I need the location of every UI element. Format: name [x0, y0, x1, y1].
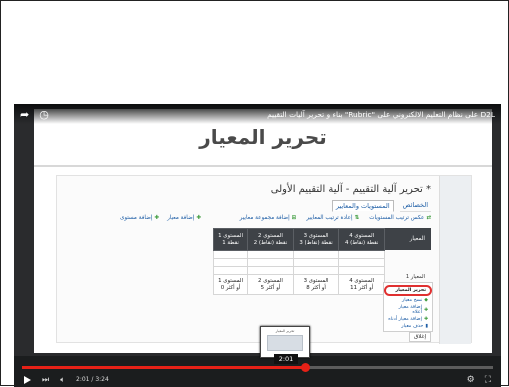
tab-levels-criteria: المستويات والمعايير	[331, 200, 394, 212]
table-row: المستوى 10 أو أكثر المستوى 25 أو أكثر ال…	[212, 274, 385, 295]
reorder-icon: ⇅	[354, 215, 360, 221]
plus-icon: ✚	[196, 215, 201, 221]
plus-icon: ✚	[154, 215, 160, 221]
plus-icon: ✚	[423, 317, 428, 322]
table-row	[212, 250, 385, 259]
d2l-screenshot: تحرير آلية التقييم - آلية التقييم الأولى…	[56, 175, 472, 344]
level-header: المستوى 11 نقطة	[212, 228, 249, 251]
rubric-grid: المستوى 11 نقطة المستوى 22 نقطة (نقاط) ا…	[212, 228, 385, 295]
toolbar-add-criteria-group: إضافة مجموعة معايير ⊞	[239, 215, 297, 221]
table-row	[212, 258, 385, 267]
d2l-toolbar: إضافة مجموعة معايير ⊞ إعادة ترتيب المعايي…	[120, 215, 431, 221]
reverse-icon: ⇄	[426, 215, 431, 221]
overall-level-cell: المستوى 38 أو أكثر	[292, 274, 340, 295]
page-frame: تحرير المعيار تحرير آلية التقييم - آلية …	[0, 0, 509, 387]
toolbar-reverse-levels: عكس ترتيب المستويات ⇄	[369, 215, 431, 221]
copy-icon: ◆	[424, 298, 428, 303]
overall-level-cell: المستوى 10 أو أكثر	[212, 274, 249, 295]
level-header: المستوى 44 نقطة (نقاط)	[338, 228, 385, 251]
fullscreen-icon[interactable]: ⛶	[485, 375, 491, 385]
menu-delete-criterion: حذف معيار ▮	[401, 324, 428, 329]
slide-divider	[34, 165, 492, 167]
table-row	[212, 266, 385, 275]
time-display: 2:01 / 3:24	[76, 376, 109, 383]
thumb-content	[267, 335, 303, 351]
add-level-link: إضافة مستوى ✚	[119, 215, 160, 221]
criteria-header: المعيار	[385, 228, 431, 250]
video-player[interactable]: تحرير المعيار تحرير آلية التقييم - آلية …	[14, 104, 501, 387]
next-icon[interactable]: ⏭	[42, 375, 49, 385]
toolbar-reorder-criteria: إعادة ترتيب المعايير ⇅	[306, 215, 360, 221]
video-title: بناء و تحرير آليات التقييم "Rubric" على …	[267, 109, 495, 119]
d2l-page-title: تحرير آلية التقييم - آلية التقييم الأولى…	[270, 184, 431, 195]
play-icon[interactable]	[24, 375, 31, 384]
menu-add-below: إضافة معيار أدناه ✚	[388, 317, 428, 322]
close-button: إغلاق	[409, 332, 431, 342]
level-header: المستوى 33 نقطة (نقاط)	[292, 228, 340, 251]
thumb-title: تحرير المعيار	[275, 329, 295, 333]
clock-icon[interactable]: ◷	[39, 108, 49, 121]
video-controls: ⏭ 🔈︎ 2:01 / 3:24 ⚙ ⛶	[14, 372, 501, 387]
menu-edit-criterion: تحرير المعيار	[384, 285, 432, 296]
share-icon[interactable]: ➦	[20, 108, 29, 121]
plus-icon: ✚	[423, 307, 428, 313]
trash-icon: ▮	[425, 324, 428, 329]
level-header: المستوى 22 نقطة (نقاط)	[247, 228, 294, 251]
video-frame[interactable]: تحرير المعيار تحرير آلية التقييم - آلية …	[14, 104, 501, 364]
presentation-slide: تحرير المعيار تحرير آلية التقييم - آلية …	[34, 109, 492, 353]
criterion-label: المعيار 1	[405, 274, 425, 280]
seek-preview-time: 2:01	[274, 354, 298, 364]
d2l-side-panel	[439, 176, 471, 344]
menu-add-above: إضافة معيار أعلاه ✚	[398, 305, 428, 315]
settings-gear-icon[interactable]: ⚙	[467, 375, 475, 385]
slide-title: تحرير المعيار	[199, 125, 327, 149]
tab-properties: الخصائص	[399, 200, 431, 212]
progress-played	[22, 366, 305, 369]
overall-level-cell: المستوى 25 أو أكثر	[247, 274, 294, 295]
d2l-tabs: المستويات والمعايير الخصائص	[331, 200, 431, 212]
video-title-bar: ➦ ◷ بناء و تحرير آليات التقييم "Rubric" …	[14, 104, 501, 124]
overall-level-cell: المستوى 4 11 أو أكثر	[338, 274, 385, 295]
toolbar-left-actions: إضافة مستوى ✚ إضافة معيار ✚	[120, 215, 201, 221]
add-group-icon: ⊞	[291, 215, 297, 221]
criterion-context-menu: تحرير المعيار نسخ معيار ◆ إضافة معيار أعل…	[383, 282, 433, 332]
progress-bar[interactable]	[22, 363, 493, 372]
menu-copy-criterion: نسخ معيار ◆	[401, 298, 428, 303]
volume-icon[interactable]: 🔈︎	[60, 375, 65, 385]
progress-scrubber[interactable]	[300, 363, 310, 372]
add-criterion-link: إضافة معيار ✚	[167, 215, 201, 221]
